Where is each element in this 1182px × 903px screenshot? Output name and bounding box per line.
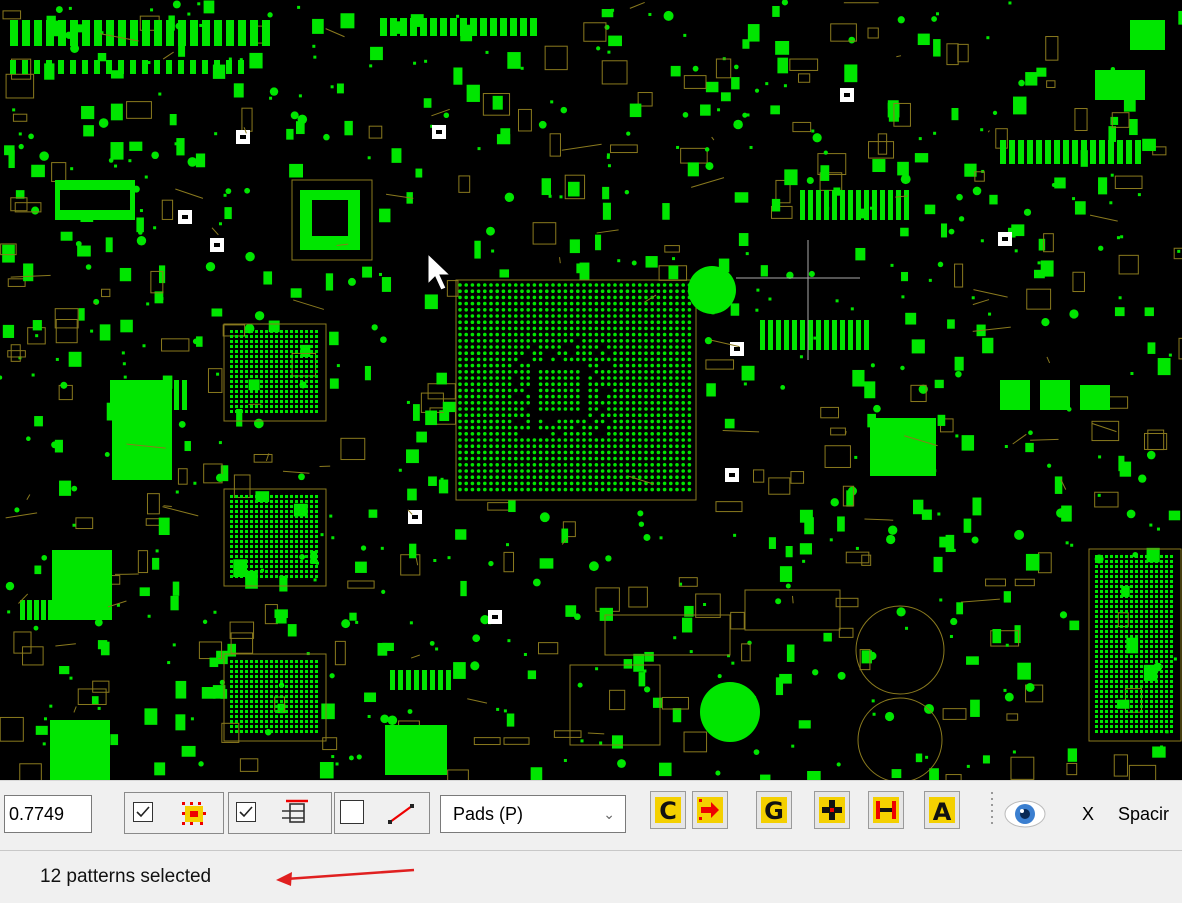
show-components-checkbox[interactable] [236,802,256,822]
a-tool-button[interactable]: A [924,791,960,829]
red-annotation-arrow [270,862,420,892]
c-letter-icon: C [653,795,683,825]
g-letter-icon: G [759,795,789,825]
cross-tool-button[interactable] [814,791,850,829]
a-letter-icon: A [927,795,957,825]
toolbar-separator [990,788,994,832]
chevron-down-icon: ⌄ [603,796,615,832]
spacing-label: Spacir [1118,804,1169,825]
cross-dots-icon [817,795,847,825]
svg-text:A: A [933,798,952,825]
arrow-right-tool-button[interactable] [692,791,728,829]
h-bar-dots-icon [871,795,901,825]
x-label: X [1082,804,1094,825]
svg-text:G: G [764,797,784,825]
layer-select-value: Pads (P) [453,796,523,832]
layer-select-dropdown[interactable]: Pads (P) ⌄ [440,795,626,833]
c-tool-button[interactable]: C [650,791,686,829]
trace-line-icon[interactable] [386,798,418,828]
show-traces-checkbox[interactable] [340,800,364,824]
eye-visibility-icon[interactable] [1004,796,1046,832]
h-bar-tool-button[interactable] [868,791,904,829]
component-outline-icon[interactable] [280,798,312,828]
status-text: 12 patterns selected [40,866,211,888]
pcb-board-canvas[interactable] [0,0,1182,780]
coordinate-input[interactable]: 0.7749 [4,795,92,833]
show-pads-checkbox[interactable] [133,802,153,822]
arrow-right-dots-icon [695,795,725,825]
g-tool-button[interactable]: G [756,791,792,829]
svg-text:C: C [659,797,677,825]
pad-pattern-icon[interactable] [178,798,210,828]
